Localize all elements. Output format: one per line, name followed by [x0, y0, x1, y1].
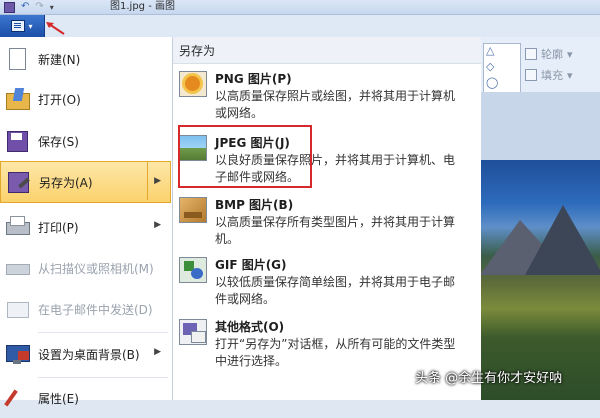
open-folder-icon — [3, 86, 31, 112]
submenu-title: 另存为 — [179, 44, 216, 58]
png-image-icon — [179, 71, 207, 97]
canvas-image[interactable] — [480, 160, 600, 400]
new-document-icon — [3, 46, 31, 72]
submenu-arrow-icon[interactable]: ▶ — [154, 176, 161, 186]
menu-separator — [38, 332, 168, 333]
format-name: PNG 图片(P) — [215, 72, 292, 86]
fill-button[interactable]: 填充 ▾ — [525, 67, 573, 83]
menu-item-label: 属性(E) — [38, 391, 79, 406]
quick-access-toolbar: ↶ ↷ ▾ — [0, 0, 54, 14]
format-name: BMP 图片(B) — [215, 198, 294, 212]
save-as-icon — [4, 169, 32, 195]
outline-button[interactable]: 轮廓 ▾ — [525, 46, 573, 62]
watermark-text: 头条 @余生有你才安好呐 — [415, 371, 563, 386]
save-as-submenu: 另存为 PNG 图片(P) 以高质量保存照片或绘图，并将其用于计算机或网络。 J… — [172, 37, 481, 400]
red-pointer-arrow — [46, 22, 65, 35]
menu-item-save[interactable]: 保存(S) — [0, 121, 170, 161]
submenu-arrow-icon[interactable]: ▶ — [154, 220, 161, 230]
paint-menu-icon — [11, 20, 26, 32]
diamond-shape-icon[interactable]: ◇ — [486, 60, 494, 73]
other-formats-icon — [179, 319, 207, 345]
format-bmp[interactable]: BMP 图片(B) 以高质量保存所有类型图片，并将其用于计算机。 — [173, 193, 481, 257]
chevron-down-icon: ▾ — [28, 21, 33, 31]
menu-item-label: 另存为(A) — [39, 175, 93, 190]
customize-toolbar-icon[interactable]: ▾ — [50, 3, 54, 12]
menu-item-label: 从扫描仪或照相机(M) — [38, 261, 154, 276]
menu-item-label: 新建(N) — [38, 52, 81, 67]
menu-item-from-scanner: 从扫描仪或照相机(M) — [0, 248, 170, 288]
menu-item-set-desktop-background[interactable]: 设置为桌面背景(B) ▶ — [0, 334, 170, 374]
menu-item-label: 设置为桌面背景(B) — [38, 347, 140, 362]
fill-dropdown-icon: ▾ — [567, 68, 573, 82]
menu-item-new[interactable]: 新建(N) — [0, 39, 170, 79]
menu-item-label: 保存(S) — [38, 134, 79, 149]
gif-image-icon — [179, 257, 207, 283]
menu-item-save-as[interactable]: 另存为(A) ▶ — [0, 161, 171, 203]
triangle-shape-icon[interactable]: △ — [486, 44, 494, 57]
application-menu: 新建(N) 打开(O) 保存(S) 另存为(A) ▶ 打印(P) ▶ 从扫描仪或… — [0, 37, 173, 407]
format-description: 以较低质量保存简单绘图，并将其用于电子邮件或网络。 — [215, 275, 456, 306]
split-divider — [147, 162, 148, 200]
undo-icon[interactable]: ↶ — [21, 2, 29, 12]
format-description: 以高质量保存所有类型图片，并将其用于计算机。 — [215, 215, 456, 246]
mountain-shape — [525, 205, 600, 275]
outline-dropdown-icon: ▾ — [567, 47, 573, 61]
format-gif[interactable]: GIF 图片(G) 以较低质量保存简单绘图，并将其用于电子邮件或网络。 — [173, 253, 481, 317]
format-description: 以高质量保存照片或绘图，并将其用于计算机或网络。 — [215, 89, 456, 120]
paint-menu-button[interactable]: ▾ — [0, 15, 45, 37]
menu-item-label: 打开(O) — [38, 92, 81, 107]
desktop-background-icon — [3, 341, 31, 367]
scanner-icon — [3, 255, 31, 281]
callout-shape-icon[interactable]: ◯ — [486, 76, 498, 89]
format-png[interactable]: PNG 图片(P) 以高质量保存照片或绘图，并将其用于计算机或网络。 — [173, 67, 481, 131]
menu-item-properties[interactable]: 属性(E) — [0, 378, 170, 418]
bmp-image-icon — [179, 197, 207, 223]
outline-label: 轮廓 — [541, 48, 563, 61]
title-bar: ↶ ↷ ▾ 图1.jpg - 画图 — [0, 0, 600, 15]
menu-item-print[interactable]: 打印(P) ▶ — [0, 207, 170, 247]
fill-label: 填充 — [541, 69, 563, 82]
window-title: 图1.jpg - 画图 — [110, 1, 175, 12]
menu-item-send-email: 在电子邮件中发送(D) — [0, 289, 170, 329]
jpeg-highlight-box — [178, 125, 312, 188]
format-name: GIF 图片(G) — [215, 258, 287, 272]
format-description: 打开“另存为”对话框，从所有可能的文件类型中进行选择。 — [215, 337, 456, 368]
save-icon — [3, 128, 31, 154]
format-name: 其他格式(O) — [215, 320, 285, 334]
menu-item-open[interactable]: 打开(O) — [0, 79, 170, 119]
submenu-header: 另存为 — [173, 37, 481, 64]
menu-item-label: 在电子邮件中发送(D) — [38, 302, 153, 317]
quick-save-icon[interactable] — [4, 1, 15, 13]
submenu-arrow-icon[interactable]: ▶ — [154, 347, 161, 357]
ribbon-tab-strip — [0, 15, 600, 38]
email-icon — [3, 296, 31, 322]
printer-icon — [3, 214, 31, 240]
outline-icon — [525, 48, 537, 60]
redo-icon[interactable]: ↷ — [35, 2, 43, 12]
menu-item-label: 打印(P) — [38, 220, 79, 235]
fill-icon — [525, 69, 537, 81]
properties-icon — [3, 385, 31, 411]
